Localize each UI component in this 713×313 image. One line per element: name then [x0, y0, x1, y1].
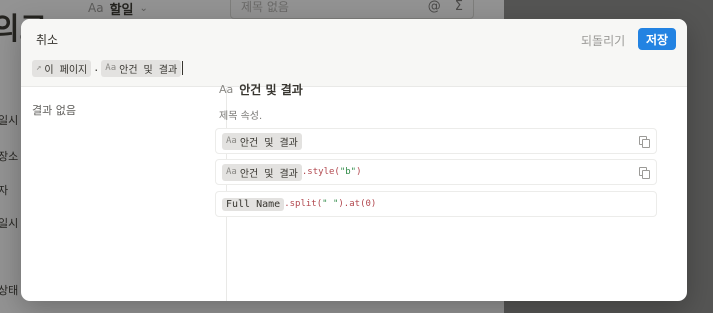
- arrow-up-right-icon: ↗: [36, 63, 42, 73]
- save-button[interactable]: 저장: [638, 28, 676, 50]
- detail-title: Aa 안건 및 결과: [219, 81, 303, 98]
- formula-input[interactable]: ↗ 이 페이지 . Aa 안건 및 결과: [32, 59, 184, 77]
- text-type-icon: Aa: [219, 83, 234, 96]
- cancel-button[interactable]: 취소: [36, 31, 58, 48]
- this-page-token[interactable]: ↗ 이 페이지: [32, 59, 92, 77]
- formula-separator: .: [93, 62, 100, 74]
- token-label: 안건 및 결과: [239, 137, 298, 149]
- property-token: Full Name: [222, 197, 285, 211]
- function-close: ): [356, 167, 362, 177]
- token-label: Full Name: [226, 198, 281, 210]
- token-label: 안건 및 결과: [119, 64, 178, 76]
- function-call: .style(: [301, 167, 340, 177]
- property-token: Aa 안건 및 결과: [222, 163, 302, 181]
- property-token[interactable]: Aa 안건 및 결과: [101, 59, 182, 77]
- text-caret: [182, 61, 184, 75]
- text-type-icon: Aa: [105, 63, 117, 73]
- modal-header: 취소 되돌리기 저장 ↗ 이 페이지 . Aa 안건 및 결과: [21, 19, 687, 87]
- revert-button[interactable]: 되돌리기: [581, 32, 625, 49]
- copy-icon[interactable]: [638, 166, 650, 179]
- detail-description: 제목 속성.: [219, 111, 263, 122]
- copy-icon[interactable]: [638, 135, 650, 148]
- string-argument: " ": [322, 199, 339, 209]
- function-call: ).at(: [338, 199, 366, 209]
- string-argument: "b": [339, 167, 357, 177]
- property-token: Aa 안건 및 결과: [222, 132, 302, 150]
- example-snippet[interactable]: Aa 안건 및 결과 .style( "b" ): [215, 159, 657, 185]
- no-results-text: 결과 없음: [32, 104, 76, 117]
- text-type-icon: Aa: [226, 136, 237, 146]
- token-label: 안건 및 결과: [239, 168, 298, 180]
- suggestion-list: 결과 없음: [21, 88, 227, 301]
- text-type-icon: Aa: [226, 167, 237, 177]
- example-snippet[interactable]: Full Name .split( " " ).at( 0 ): [215, 191, 657, 217]
- detail-title-text: 안건 및 결과: [239, 83, 303, 97]
- example-snippet[interactable]: Aa 안건 및 결과: [215, 128, 657, 154]
- function-close: ): [370, 199, 377, 209]
- function-call: .split(: [284, 199, 323, 209]
- token-label: 이 페이지: [44, 64, 88, 76]
